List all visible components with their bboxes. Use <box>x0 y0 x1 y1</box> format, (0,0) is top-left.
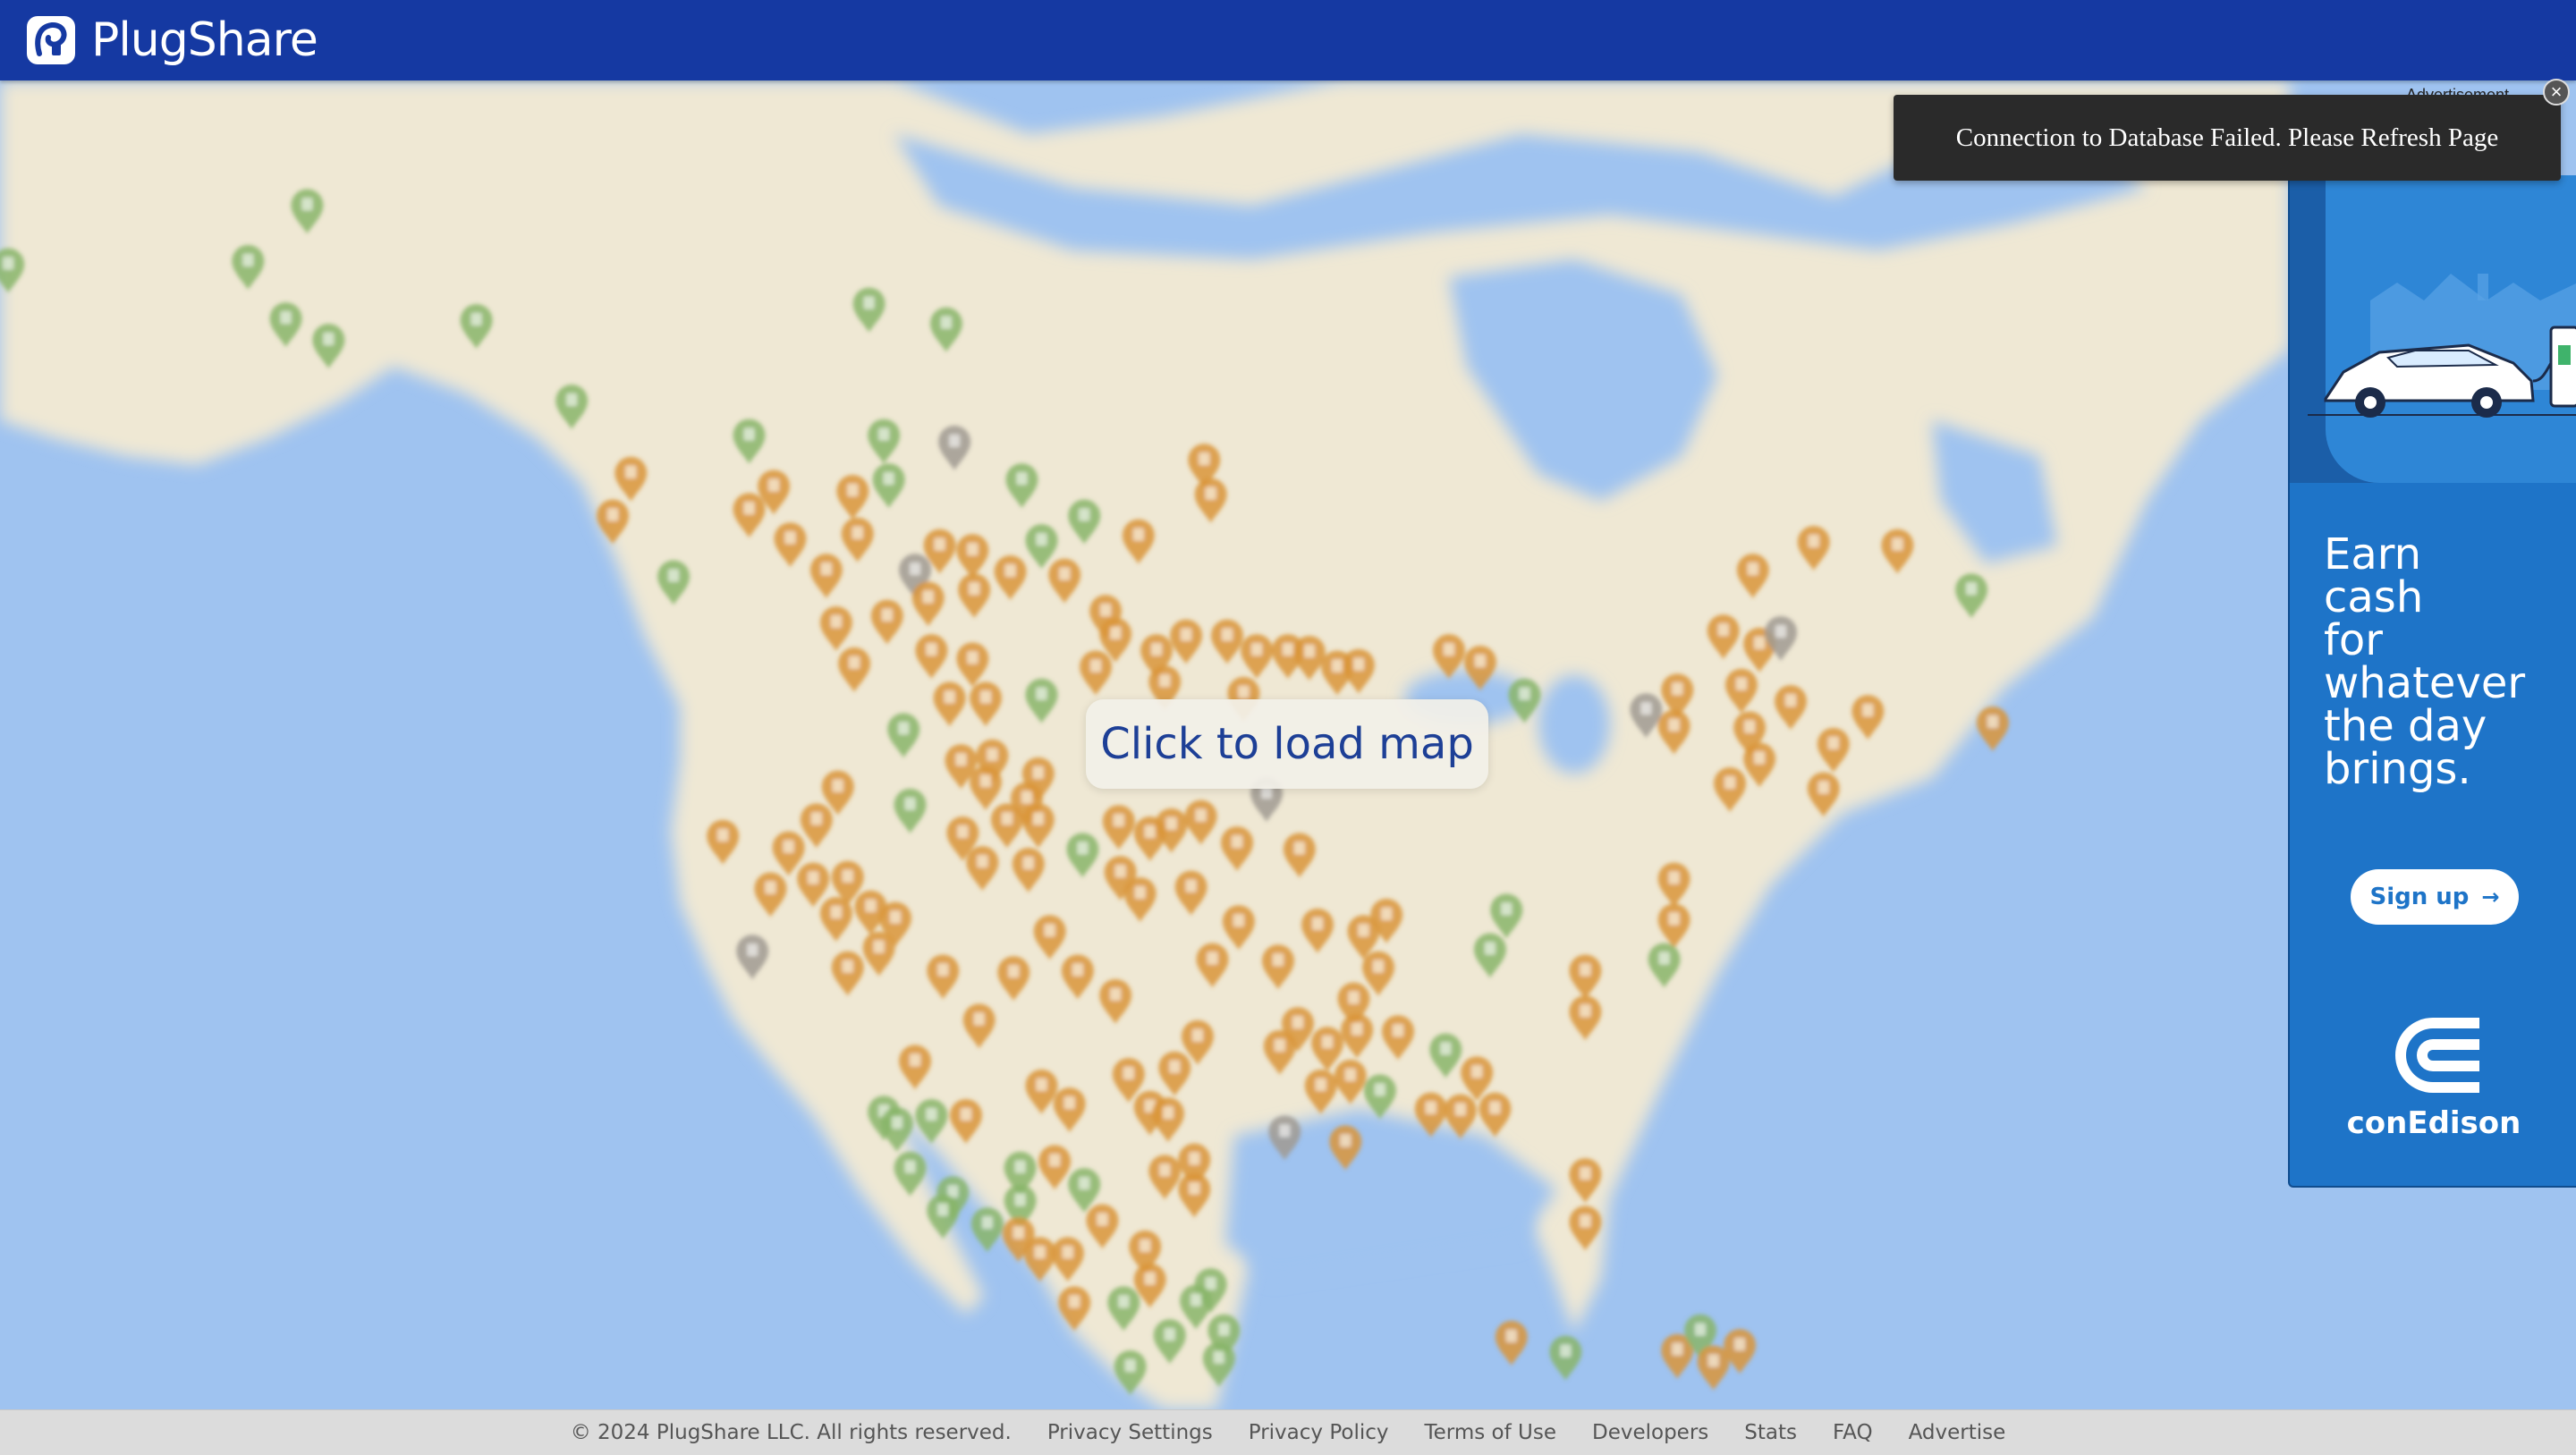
footer: © 2024 PlugShare LLC. All rights reserve… <box>0 1409 2576 1455</box>
advertisement-banner[interactable]: Earn cash for whatever the day brings. S… <box>2288 175 2576 1188</box>
footer-link-privacy-policy[interactable]: Privacy Policy <box>1249 1421 1389 1444</box>
conedison-logo-icon <box>2395 1018 2479 1093</box>
brand-name: PlugShare <box>91 13 318 67</box>
top-bar: PlugShare <box>0 0 2576 80</box>
plugshare-logo[interactable]: PlugShare <box>25 13 318 68</box>
ad-signup-label: Sign up <box>2369 884 2470 910</box>
footer-link-faq[interactable]: FAQ <box>1833 1421 1873 1444</box>
footer-link-developers[interactable]: Developers <box>1592 1421 1708 1444</box>
ad-brand-name: conEdison <box>2346 1105 2521 1141</box>
error-notification: Connection to Database Failed. Please Re… <box>1894 95 2561 181</box>
copyright-text: © 2024 PlugShare LLC. All rights reserve… <box>570 1421 1012 1444</box>
plug-logo-icon <box>27 16 75 64</box>
map-placeholder[interactable]: Click to load map <box>0 80 2576 1409</box>
ad-headline: Earn cash for whatever the day brings. <box>2324 529 2526 794</box>
ad-close-button[interactable]: × <box>2543 79 2570 106</box>
footer-link-stats[interactable]: Stats <box>1744 1421 1797 1444</box>
arrow-right-icon: → <box>2481 884 2500 909</box>
footer-link-privacy-settings[interactable]: Privacy Settings <box>1047 1421 1213 1444</box>
footer-link-terms-of-use[interactable]: Terms of Use <box>1425 1421 1557 1444</box>
footer-link-advertise[interactable]: Advertise <box>1909 1421 2006 1444</box>
ad-signup-button[interactable]: Sign up → <box>2351 869 2519 925</box>
electric-car-illustration <box>2308 274 2576 418</box>
load-map-button[interactable]: Click to load map <box>1086 699 1488 789</box>
